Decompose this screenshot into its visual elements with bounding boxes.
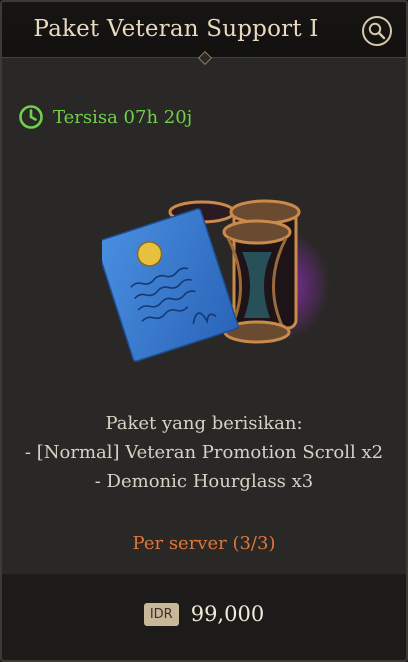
package-title: Paket Veteran Support I xyxy=(33,16,319,42)
header-bar: Paket Veteran Support I xyxy=(2,2,406,58)
price-label: 99,000 xyxy=(190,602,265,626)
contents-item: - Demonic Hourglass x3 xyxy=(94,471,314,492)
search-button[interactable] xyxy=(362,16,392,46)
buy-button[interactable]: IDR 99,000 xyxy=(2,574,406,654)
time-remaining: Tersisa 07h 20j xyxy=(18,104,192,130)
clock-icon xyxy=(19,105,43,129)
currency-badge: IDR xyxy=(143,602,179,626)
purchase-limit: Per server (3/3) xyxy=(132,533,276,554)
purchase-footer: IDR 99,000 xyxy=(2,574,406,660)
scroll-and-hourglass-icon xyxy=(102,199,330,362)
contents-heading: Paket yang berisikan: xyxy=(105,413,303,434)
time-remaining-label: Tersisa 07h 20j xyxy=(53,106,193,128)
package-card: Paket Veteran Support I Tersisa 07h 20j xyxy=(0,0,408,662)
contents-item: - [Normal] Veteran Promotion Scroll x2 xyxy=(24,442,384,463)
search-icon xyxy=(368,22,386,40)
